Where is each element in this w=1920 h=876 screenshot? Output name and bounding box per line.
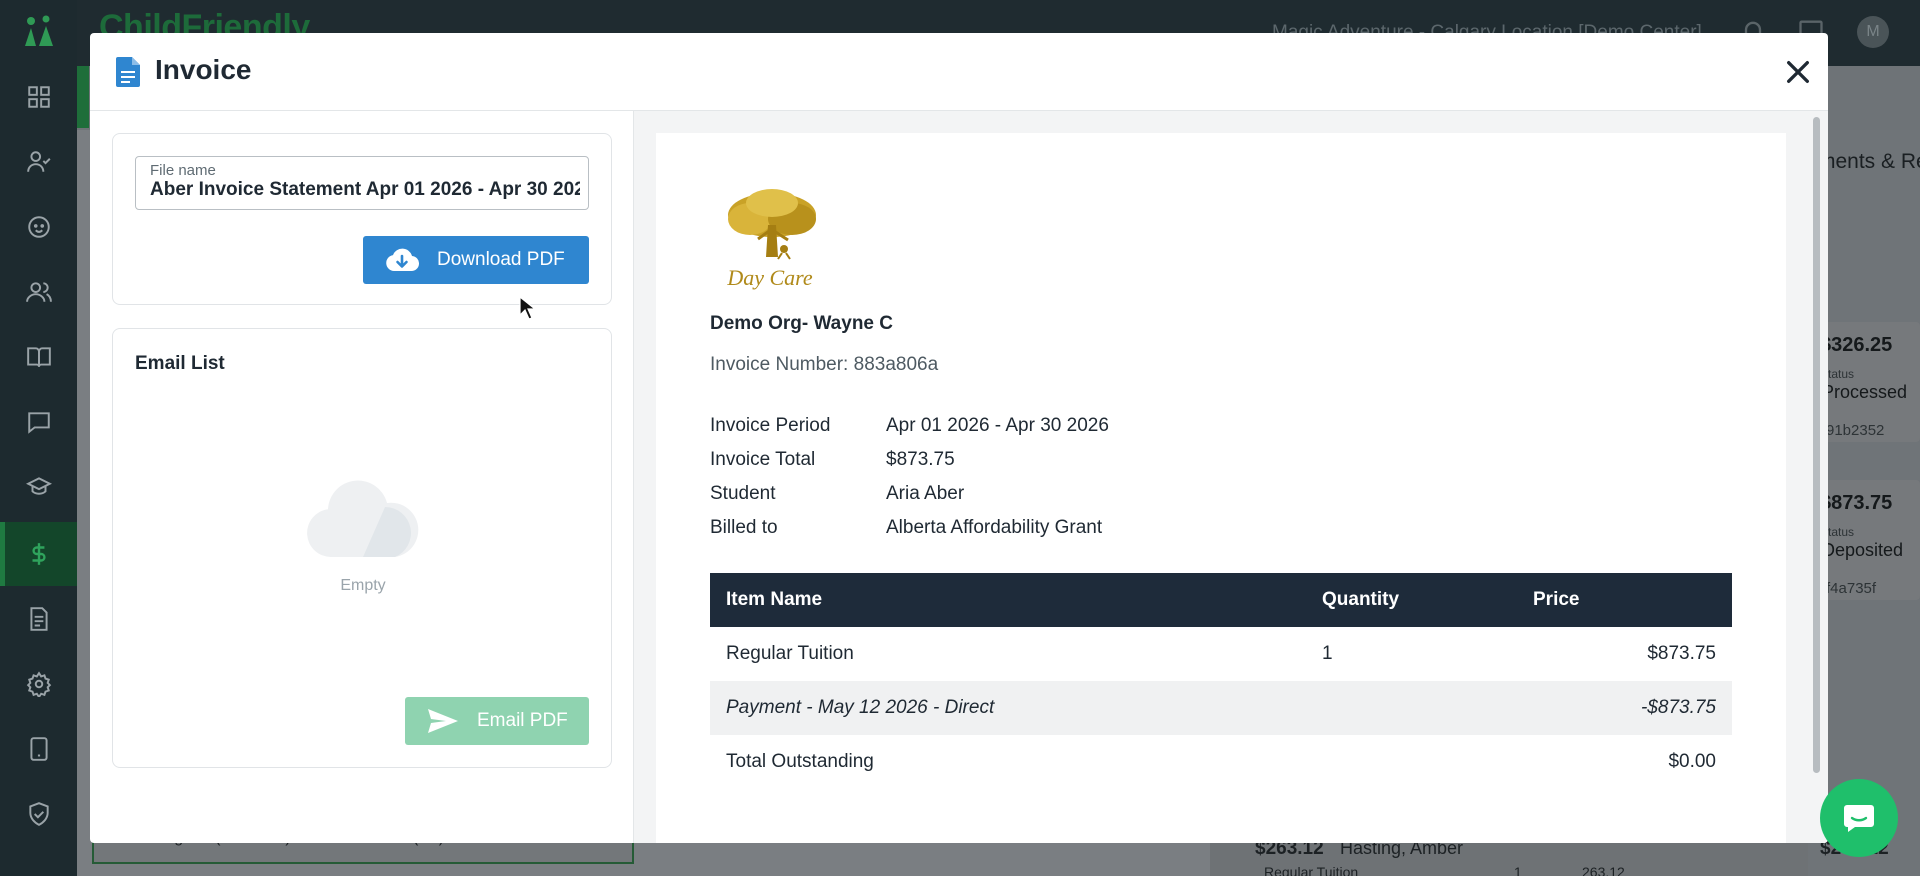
item-price: $873.75 <box>1647 643 1716 664</box>
email-pdf-button[interactable]: Email PDF <box>405 697 589 745</box>
item-name: Total Outstanding <box>726 751 874 772</box>
avatar[interactable]: M <box>1857 16 1889 48</box>
payment-status: Deposited <box>1822 540 1904 560</box>
detail-value: Apr 01 2026 - Apr 30 2026 <box>886 415 1109 436</box>
column-header-price: Price <box>1533 589 1580 610</box>
email-list-title: Email List <box>135 353 225 374</box>
chat-bubble-icon <box>1844 805 1874 832</box>
item-price: -$873.75 <box>1640 697 1716 718</box>
child-icon[interactable] <box>24 212 54 242</box>
modal-header: Invoice <box>90 33 1828 111</box>
attendance-icon[interactable] <box>24 147 54 177</box>
detail-value: Alberta Affordability Grant <box>886 517 1103 538</box>
detail-key: Invoice Total <box>710 449 816 470</box>
invoice-sub-item: Regular Tuition <box>1264 864 1359 876</box>
column-header-quantity: Quantity <box>1322 589 1400 610</box>
document-icon <box>116 57 140 87</box>
detail-key: Student <box>710 483 776 504</box>
table-row: Total Outstanding $0.00 <box>710 735 1732 789</box>
detail-value: $873.75 <box>886 449 955 470</box>
mouse-cursor-icon <box>519 296 535 320</box>
payment-amount: $873.75 <box>1820 492 1893 514</box>
detail-key: Billed to <box>710 517 778 538</box>
file-name-input[interactable]: Aber Invoice Statement Apr 01 2026 - Apr… <box>150 179 580 201</box>
app-logo-icon[interactable] <box>22 14 56 48</box>
detail-value: Aria Aber <box>886 483 965 504</box>
people-icon[interactable] <box>24 277 54 307</box>
invoice-preview-panel: Day Care Demo Org- Wayne C Invoice Numbe… <box>634 111 1828 843</box>
billing-icon[interactable] <box>24 539 54 569</box>
invoice-sub-qty: 1 <box>1514 864 1522 876</box>
item-name: Payment - May 12 2026 - Direct <box>726 697 995 718</box>
file-card: File name Aber Invoice Statement Apr 01 … <box>112 133 612 305</box>
item-price: $0.00 <box>1668 751 1716 772</box>
email-card: Email List Empty Email PDF <box>112 328 612 768</box>
invoice-number: Invoice Number: 883a806a <box>710 354 938 376</box>
daycare-logo: Day Care <box>726 189 816 290</box>
modal-title: Invoice <box>155 54 252 85</box>
column-header-item: Item Name <box>726 589 823 610</box>
file-name-label: File name <box>150 162 216 179</box>
shield-icon[interactable] <box>24 799 54 829</box>
empty-state-text: Empty <box>340 577 386 594</box>
invoice-modal: Invoice File name Aber Invoice Statement… <box>90 33 1828 843</box>
dashboard-icon[interactable] <box>24 82 54 112</box>
invoice-sub-price: 263.12 <box>1582 864 1625 876</box>
download-pdf-button[interactable]: Download PDF <box>363 236 589 284</box>
close-icon[interactable] <box>1784 58 1812 86</box>
education-icon[interactable] <box>24 472 54 502</box>
org-name: Demo Org- Wayne C <box>710 313 893 334</box>
sidebar-active-indicator <box>0 522 5 586</box>
book-icon[interactable] <box>24 342 54 372</box>
cloud-download-icon <box>386 248 419 272</box>
invoice-number-value: 883a806a <box>853 354 939 375</box>
send-icon <box>428 709 458 733</box>
payment-amount: $326.25 <box>1820 334 1893 356</box>
message-icon[interactable] <box>24 407 54 437</box>
preview-scrollbar[interactable] <box>1810 113 1822 843</box>
file-name-field[interactable]: File name Aber Invoice Statement Apr 01 … <box>135 156 589 210</box>
invoice-number-label: Invoice Number: <box>710 354 849 375</box>
sub-bar-accent <box>77 66 89 128</box>
payment-id: f4a735f <box>1826 580 1877 597</box>
left-panel: File name Aber Invoice Statement Apr 01 … <box>90 111 634 843</box>
empty-cloud-icon <box>307 480 419 557</box>
detail-key: Invoice Period <box>710 415 831 436</box>
scrollbar-thumb[interactable] <box>1813 117 1820 773</box>
svg-text:Day Care: Day Care <box>726 265 813 290</box>
tablet-icon[interactable] <box>24 734 54 764</box>
table-row: Payment - May 12 2026 - Direct -$873.75 <box>710 681 1732 735</box>
payment-id: 91b2352 <box>1826 422 1885 439</box>
email-pdf-label: Email PDF <box>477 710 568 731</box>
chat-widget-button[interactable] <box>1820 779 1898 857</box>
document-icon[interactable] <box>24 604 54 634</box>
payment-status: Processed <box>1822 382 1908 402</box>
settings-icon[interactable] <box>24 669 54 699</box>
table-row: Regular Tuition 1 $873.75 <box>710 627 1732 681</box>
invoice-document: Day Care Demo Org- Wayne C Invoice Numbe… <box>656 133 1786 843</box>
download-pdf-label: Download PDF <box>437 249 565 270</box>
background-tab-label[interactable]: ments & Re <box>1818 150 1920 174</box>
item-name: Regular Tuition <box>726 643 854 664</box>
table-header: Item Name Quantity Price <box>710 573 1732 627</box>
item-quantity: 1 <box>1322 643 1333 664</box>
